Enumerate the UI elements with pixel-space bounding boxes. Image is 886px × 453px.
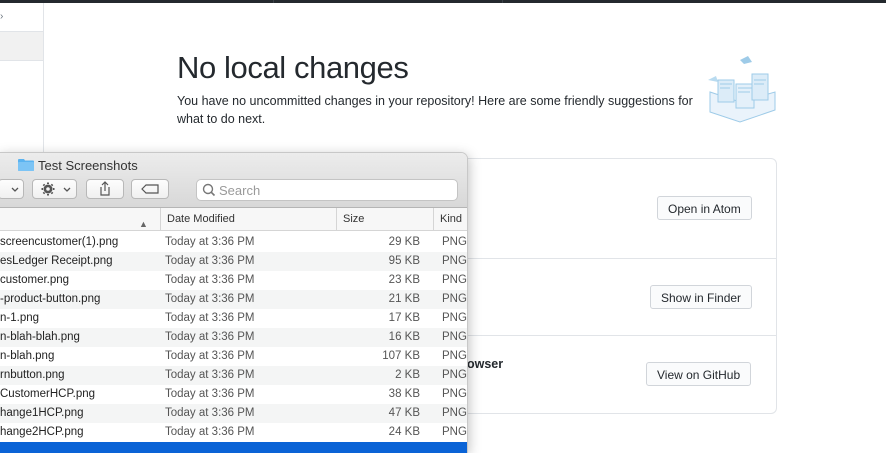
file-name: -product-button.png bbox=[0, 293, 101, 305]
app-topbar bbox=[0, 0, 886, 3]
file-kind: PNG bbox=[442, 388, 467, 400]
toolbar-divider bbox=[273, 0, 274, 3]
toolbar-divider bbox=[502, 0, 503, 3]
open-in-atom-button[interactable]: Open in Atom bbox=[657, 196, 752, 220]
finder-toolbar: Test Screenshots Search bbox=[0, 153, 467, 208]
file-date: Today at 3:36 PM bbox=[165, 369, 255, 381]
file-row[interactable]: n-blah-blah.png Today at 3:36 PM 16 KB P… bbox=[0, 328, 467, 347]
file-date: Today at 3:36 PM bbox=[165, 255, 255, 267]
file-row[interactable]: screencustomer(1).png Today at 3:36 PM 2… bbox=[0, 233, 467, 252]
file-size: 24 KB bbox=[388, 426, 420, 438]
file-kind: PNG bbox=[442, 274, 467, 286]
chevron-icon: › bbox=[0, 11, 4, 22]
file-kind: PNG bbox=[442, 236, 467, 248]
empty-state-illustration bbox=[708, 56, 776, 123]
file-date: Today at 3:36 PM bbox=[165, 350, 255, 362]
view-toggle-button[interactable] bbox=[0, 179, 24, 199]
file-name: n-blah.png bbox=[0, 350, 55, 362]
file-row[interactable]: n-blah.png Today at 3:36 PM 107 KB PNG bbox=[0, 347, 467, 366]
file-kind: PNG bbox=[442, 293, 467, 305]
file-size: 47 KB bbox=[388, 407, 420, 419]
divider bbox=[467, 258, 776, 259]
window-title: Test Screenshots bbox=[38, 158, 138, 173]
finder-window[interactable]: Test Screenshots Search ▲ Date Modified … bbox=[0, 153, 467, 453]
file-name: screencustomer(1).png bbox=[0, 236, 119, 248]
file-size: 95 KB bbox=[388, 255, 420, 267]
file-row[interactable]: CustomerHCP.png Today at 3:36 PM 38 KB P… bbox=[0, 385, 467, 404]
file-row[interactable]: customer.png Today at 3:36 PM 23 KB PNG bbox=[0, 271, 467, 290]
file-kind: PNG bbox=[442, 350, 467, 362]
view-on-github-button[interactable]: View on GitHub bbox=[646, 362, 752, 386]
search-field[interactable]: Search bbox=[196, 179, 458, 201]
file-name: rnbutton.png bbox=[0, 369, 65, 381]
file-row[interactable]: hange2HCP.png Today at 3:36 PM 24 KB PNG bbox=[0, 423, 467, 442]
search-icon bbox=[202, 183, 216, 197]
kind-column-header[interactable]: Kind bbox=[433, 208, 467, 230]
file-row[interactable]: hange1HCP.png Today at 3:36 PM 47 KB PNG bbox=[0, 404, 467, 423]
file-date: Today at 3:36 PM bbox=[165, 274, 255, 286]
file-date: Today at 3:36 PM bbox=[165, 407, 255, 419]
size-column-header[interactable]: Size bbox=[336, 208, 433, 230]
file-row[interactable]: rnbutton.png Today at 3:36 PM 2 KB PNG bbox=[0, 366, 467, 385]
file-size: 21 KB bbox=[388, 293, 420, 305]
column-header: ▲ Date Modified Size Kind bbox=[0, 208, 467, 231]
gear-icon bbox=[41, 182, 55, 196]
file-size: 17 KB bbox=[388, 312, 420, 324]
tag-icon bbox=[141, 184, 159, 194]
file-row[interactable]: esLedger Receipt.png Today at 3:36 PM 95… bbox=[0, 252, 467, 271]
file-kind: PNG bbox=[442, 369, 467, 381]
divider bbox=[467, 335, 776, 336]
action-menu-glyphs bbox=[41, 182, 71, 196]
file-size: 107 KB bbox=[382, 350, 420, 362]
file-row[interactable]: n-1.png Today at 3:36 PM 17 KB PNG bbox=[0, 309, 467, 328]
file-kind: PNG bbox=[442, 426, 467, 438]
file-size: 2 KB bbox=[395, 369, 420, 381]
file-name: CustomerHCP.png bbox=[0, 388, 96, 400]
name-column-header[interactable]: ▲ bbox=[0, 208, 158, 230]
file-kind: PNG bbox=[442, 255, 467, 267]
date-modified-column-header[interactable]: Date Modified bbox=[160, 208, 336, 230]
file-name: n-1.png bbox=[0, 312, 40, 324]
action-menu-button[interactable] bbox=[32, 179, 77, 199]
file-name: hange2HCP.png bbox=[0, 426, 84, 438]
file-size: 16 KB bbox=[388, 331, 420, 343]
sidebar-row-selected[interactable] bbox=[0, 32, 43, 61]
file-date: Today at 3:36 PM bbox=[165, 312, 255, 324]
file-name: n-blah-blah.png bbox=[0, 331, 80, 343]
tag-button[interactable] bbox=[131, 179, 169, 199]
share-icon bbox=[100, 181, 110, 196]
file-name: hange1HCP.png bbox=[0, 407, 84, 419]
file-name: customer.png bbox=[0, 274, 70, 286]
file-name: esLedger Receipt.png bbox=[0, 255, 113, 267]
file-kind: PNG bbox=[442, 331, 467, 343]
file-date: Today at 3:36 PM bbox=[165, 293, 255, 305]
file-size: 23 KB bbox=[388, 274, 420, 286]
share-button[interactable] bbox=[86, 179, 124, 199]
file-date: Today at 3:36 PM bbox=[165, 426, 255, 438]
file-date: Today at 3:36 PM bbox=[165, 388, 255, 400]
chevron-down-icon bbox=[63, 187, 71, 192]
folder-icon bbox=[18, 159, 34, 171]
page-description: You have no uncommitted changes in your … bbox=[177, 94, 693, 126]
file-kind: PNG bbox=[442, 312, 467, 324]
file-date: Today at 3:36 PM bbox=[165, 331, 255, 343]
file-size: 29 KB bbox=[388, 236, 420, 248]
file-row[interactable]: -product-button.png Today at 3:36 PM 21 … bbox=[0, 290, 467, 309]
chevron-down-icon bbox=[11, 187, 19, 192]
show-in-finder-button[interactable]: Show in Finder bbox=[650, 285, 753, 309]
file-date: Today at 3:36 PM bbox=[165, 236, 255, 248]
file-row-selected[interactable] bbox=[0, 442, 467, 453]
file-size: 38 KB bbox=[388, 388, 420, 400]
page-title: No local changes bbox=[177, 50, 409, 85]
sort-arrow-icon: ▲ bbox=[139, 219, 148, 229]
file-kind: PNG bbox=[442, 407, 467, 419]
sidebar-row[interactable]: › bbox=[0, 3, 43, 32]
search-placeholder: Search bbox=[219, 183, 261, 198]
suggestion-title-fragment: owser bbox=[467, 357, 504, 371]
